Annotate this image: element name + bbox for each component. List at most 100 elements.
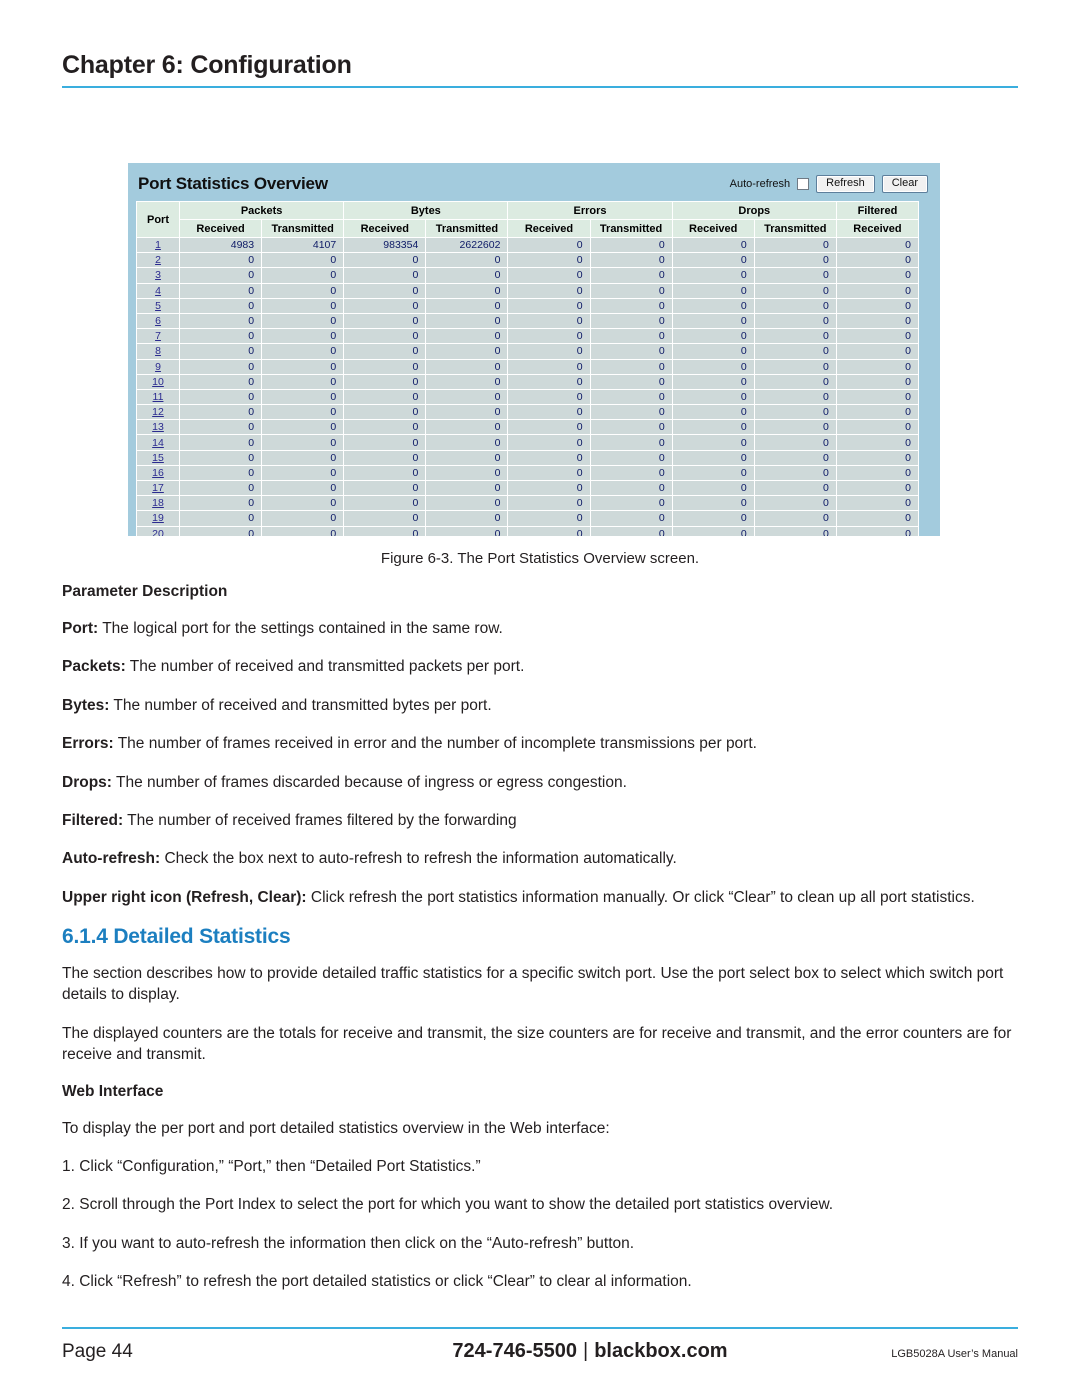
stat-cell: 0 <box>425 404 509 421</box>
parameter-description-heading: Parameter Description <box>62 583 228 600</box>
stat-cell: 0 <box>753 358 837 375</box>
parameter-term: Errors: <box>62 735 114 753</box>
table-row: 8000000000 <box>136 343 920 360</box>
stat-cell: 0 <box>425 434 509 451</box>
stat-cell: 0 <box>671 419 755 436</box>
stat-cell: 0 <box>425 282 509 299</box>
port-link[interactable]: 1 <box>155 239 161 251</box>
stat-cell: 0 <box>343 449 427 466</box>
parameter-item: Filtered: The number of received frames … <box>62 810 1018 831</box>
stat-cell: 0 <box>753 479 837 497</box>
web-interface-heading: Web Interface <box>62 1082 164 1100</box>
stat-cell: 0 <box>261 449 345 466</box>
port-link[interactable]: 20 <box>152 528 164 536</box>
port-link[interactable]: 16 <box>152 467 164 479</box>
stat-cell: 0 <box>835 343 920 360</box>
port-link[interactable]: 2 <box>155 254 161 266</box>
stat-cell: 0 <box>589 434 673 451</box>
port-link[interactable]: 13 <box>152 421 164 433</box>
stat-cell: 0 <box>589 388 673 406</box>
port-link[interactable]: 6 <box>155 315 161 327</box>
stat-cell: 0 <box>835 297 920 314</box>
port-cell: 9 <box>136 358 180 375</box>
stat-cell: 0 <box>261 419 345 436</box>
port-link[interactable]: 11 <box>153 391 164 403</box>
stat-cell: 0 <box>178 449 263 466</box>
table-row: 20 0 0 0 0 0 0 0 0 0 <box>136 525 920 536</box>
port-link[interactable]: 14 <box>152 437 164 449</box>
port-link[interactable]: 4 <box>155 285 161 297</box>
stat-cell: 0 <box>178 297 263 314</box>
parameter-term: Drops: <box>62 773 112 791</box>
auto-refresh-checkbox[interactable] <box>797 178 810 190</box>
parameter-text: Click refresh the port statistics inform… <box>306 888 975 906</box>
stat-cell: 0 <box>589 525 673 536</box>
table-row: 5000000000 <box>136 297 920 314</box>
port-link[interactable]: 15 <box>152 452 164 464</box>
parameter-item: Bytes: The number of received and transm… <box>62 695 1018 716</box>
clear-button[interactable]: Clear <box>881 174 928 194</box>
stat-cell: 0 <box>671 388 755 406</box>
stat-cell: 0 <box>425 449 509 466</box>
parameter-text: Check the box next to auto-refresh to re… <box>160 850 677 868</box>
stat-cell: 0 <box>753 449 837 466</box>
table-row: 13 0 0 0 0 0 0 0 0 0 <box>136 419 920 436</box>
parameter-item: Errors: The number of frames received in… <box>62 733 1018 754</box>
stat-cell: 0 <box>343 434 427 451</box>
stat-cell: 0 <box>425 358 509 375</box>
stat-cell: 0 <box>343 510 427 527</box>
stat-cell: 0 <box>753 267 837 284</box>
step-item: 2. Scroll through the Port Index to sele… <box>62 1196 834 1214</box>
stat-cell: 0 <box>261 252 345 269</box>
port-link[interactable]: 8 <box>155 345 161 357</box>
table-head: Port Packets Bytes Errors Drops Filtered… <box>136 201 920 238</box>
stat-cell: 0 <box>671 525 755 536</box>
port-link[interactable]: 17 <box>152 482 164 494</box>
chapter-title: Chapter 6: Configuration <box>62 51 352 79</box>
page-footer: Page 44 724-746-5500 | blackbox.com LGB502… <box>62 1340 1018 1363</box>
stat-cell: 0 <box>507 404 591 421</box>
parameter-item: Port: The logical port for the settings … <box>62 618 1018 639</box>
stat-cell: 0 <box>671 449 755 466</box>
stat-cell: 0 <box>343 297 427 314</box>
stat-cell: 0 <box>261 479 345 497</box>
stat-cell: 0 <box>343 328 427 345</box>
port-link[interactable]: 5 <box>155 300 161 312</box>
table-row: 1 4983 4107 983354 2622602 0 0 0 0 0 <box>136 236 920 254</box>
port-cell: 6 <box>136 312 180 330</box>
stat-cell: 0 <box>507 419 591 436</box>
port-link[interactable]: 10 <box>152 376 164 388</box>
stat-cell: 0 <box>178 343 263 360</box>
subheader-filtered-received: Received <box>835 219 920 238</box>
port-link[interactable]: 3 <box>155 269 161 281</box>
stat-cell: 0 <box>671 282 755 299</box>
stat-cell: 0 <box>425 510 509 527</box>
stat-cell: 0 <box>589 236 673 254</box>
port-link[interactable]: 7 <box>155 330 161 342</box>
stat-cell: 0 <box>835 449 920 466</box>
stat-cell: 0 <box>671 328 755 345</box>
port-cell: 4 <box>136 282 180 299</box>
stat-cell: 0 <box>671 404 755 421</box>
stat-cell: 0 <box>835 479 920 497</box>
step-item: 1. Click “Configuration,” “Port,” then “… <box>62 1157 481 1175</box>
port-link[interactable]: 12 <box>152 406 164 418</box>
subheader-packets-received: Received <box>178 219 263 238</box>
table-row: 16 0 0 0 0 0 0 0 0 0 <box>136 464 920 482</box>
stat-cell: 0 <box>178 434 263 451</box>
port-link[interactable]: 18 <box>152 497 164 509</box>
stat-cell: 0 <box>753 282 837 299</box>
port-cell: 14 <box>136 434 180 451</box>
stat-cell: 0 <box>671 297 755 314</box>
refresh-button[interactable]: Refresh <box>816 174 875 194</box>
stat-cell: 0 <box>507 464 591 482</box>
table-row: 10 0 0 0 0 0 0 0 0 0 <box>136 373 920 390</box>
stat-cell: 0 <box>261 510 345 527</box>
port-link[interactable]: 19 <box>152 512 164 524</box>
stat-cell: 0 <box>835 434 920 451</box>
stat-cell: 0 <box>343 358 427 375</box>
column-header-drops: Drops <box>671 201 837 220</box>
stat-cell: 0 <box>178 252 263 269</box>
port-link[interactable]: 9 <box>155 361 161 373</box>
stat-cell: 0 <box>507 236 591 254</box>
